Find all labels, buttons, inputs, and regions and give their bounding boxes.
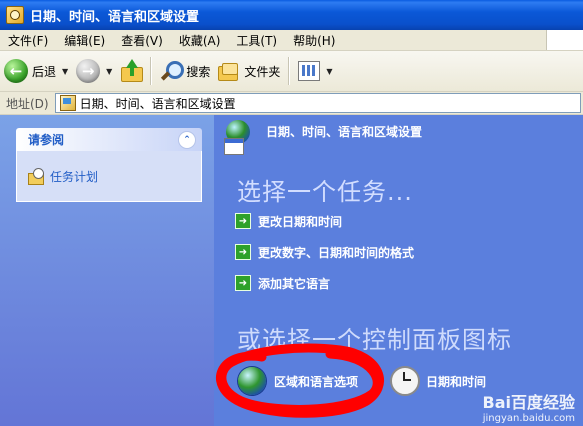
window-title: 日期、时间、语言和区域设置 bbox=[30, 9, 200, 25]
folders-button[interactable]: 文件夹 bbox=[214, 55, 284, 87]
search-button[interactable]: 搜索 bbox=[156, 55, 214, 87]
toolbar-separator bbox=[150, 57, 153, 85]
search-label: 搜索 bbox=[186, 64, 211, 79]
views-button[interactable]: ▼ bbox=[294, 55, 336, 87]
task-change-date-time[interactable]: ➜ 更改日期和时间 bbox=[235, 213, 342, 229]
back-arrow-icon: ← bbox=[4, 59, 28, 83]
title-bar: 日期、时间、语言和区域设置 bbox=[0, 0, 583, 30]
see-also-panel: 请参阅 ⌃ 任务计划 bbox=[16, 128, 202, 208]
category-content: 日期、时间、语言和区域设置 选择一个任务... ➜ 更改日期和时间 ➜ 更改数字… bbox=[214, 115, 583, 426]
up-button[interactable] bbox=[116, 55, 146, 87]
task-arrow-icon: ➜ bbox=[235, 213, 251, 229]
collapse-chevron-icon[interactable]: ⌃ bbox=[178, 130, 196, 149]
folders-label: 文件夹 bbox=[244, 64, 281, 79]
task-pane: 请参阅 ⌃ 任务计划 bbox=[0, 115, 214, 426]
regional-language-options-item[interactable]: 区域和语言选项 bbox=[238, 364, 358, 398]
search-icon bbox=[160, 60, 185, 82]
control-panel-icon bbox=[6, 6, 24, 24]
folders-icon bbox=[218, 61, 240, 81]
toolbar-separator bbox=[288, 57, 291, 85]
windows-logo-strip bbox=[546, 30, 583, 50]
back-button[interactable]: ← 后退 ▼ bbox=[0, 55, 72, 87]
watermark-logo: Bai百度经验 bbox=[482, 393, 575, 412]
baidu-watermark: Bai百度经验 jingyan.baidu.com bbox=[483, 389, 575, 424]
globe-icon bbox=[238, 367, 266, 395]
forward-button[interactable]: → ▼ bbox=[72, 55, 116, 87]
see-also-title: 请参阅 bbox=[28, 133, 65, 147]
back-dropdown-icon[interactable]: ▼ bbox=[62, 67, 68, 76]
control-panel-small-icon bbox=[59, 95, 76, 111]
forward-dropdown-icon[interactable]: ▼ bbox=[106, 67, 112, 76]
task-label: 更改日期和时间 bbox=[258, 214, 343, 229]
menu-tools[interactable]: 工具(T) bbox=[228, 32, 285, 49]
task-label: 更改数字、日期和时间的格式 bbox=[258, 245, 415, 260]
see-also-body: 任务计划 bbox=[16, 151, 202, 202]
task-change-number-format[interactable]: ➜ 更改数字、日期和时间的格式 bbox=[235, 244, 414, 260]
pick-icon-heading: 或选择一个控制面板图标 bbox=[237, 326, 512, 354]
task-add-language[interactable]: ➜ 添加其它语言 bbox=[235, 275, 330, 291]
menu-bar: 文件(F) 编辑(E) 查看(V) 收藏(A) 工具(T) 帮助(H) bbox=[0, 30, 583, 51]
scheduled-tasks-icon bbox=[27, 168, 44, 185]
menu-favorites[interactable]: 收藏(A) bbox=[171, 32, 229, 49]
address-field[interactable]: 日期、时间、语言和区域设置 bbox=[54, 93, 581, 113]
date-time-language-icon bbox=[224, 120, 256, 155]
views-dropdown-icon[interactable]: ▼ bbox=[326, 67, 332, 76]
address-value: 日期、时间、语言和区域设置 bbox=[79, 96, 236, 111]
views-icon bbox=[298, 61, 321, 81]
forward-arrow-icon: → bbox=[76, 59, 101, 83]
date-time-item[interactable]: 日期和时间 bbox=[390, 364, 486, 398]
menu-view[interactable]: 查看(V) bbox=[113, 32, 171, 49]
regional-language-options-label: 区域和语言选项 bbox=[274, 374, 359, 389]
date-time-label: 日期和时间 bbox=[426, 374, 487, 389]
watermark-url: jingyan.baidu.com bbox=[482, 413, 575, 424]
folder-up-icon bbox=[120, 59, 144, 83]
toolbar: ← 后退 ▼ → ▼ 搜索 文件夹 ▼ bbox=[0, 51, 583, 92]
main-area: 请参阅 ⌃ 任务计划 日期、时间、语言和区域设置 选择一个任务... ➜ 更改日… bbox=[0, 115, 583, 426]
address-label: 地址(D) bbox=[6, 96, 49, 111]
clock-icon bbox=[390, 366, 420, 396]
scheduled-tasks-link[interactable]: 任务计划 bbox=[50, 168, 98, 185]
address-bar: 地址(D) 日期、时间、语言和区域设置 bbox=[0, 92, 583, 115]
menu-file[interactable]: 文件(F) bbox=[0, 32, 56, 49]
category-title: 日期、时间、语言和区域设置 bbox=[266, 125, 423, 139]
task-arrow-icon: ➜ bbox=[235, 244, 251, 260]
back-label: 后退 bbox=[32, 64, 57, 79]
category-header: 日期、时间、语言和区域设置 bbox=[214, 115, 583, 163]
task-label: 添加其它语言 bbox=[258, 276, 331, 291]
pick-task-heading: 选择一个任务... bbox=[237, 178, 413, 206]
menu-edit[interactable]: 编辑(E) bbox=[56, 32, 113, 49]
task-arrow-icon: ➜ bbox=[235, 275, 251, 291]
see-also-header[interactable]: 请参阅 ⌃ bbox=[16, 128, 202, 151]
menu-help[interactable]: 帮助(H) bbox=[285, 32, 343, 49]
